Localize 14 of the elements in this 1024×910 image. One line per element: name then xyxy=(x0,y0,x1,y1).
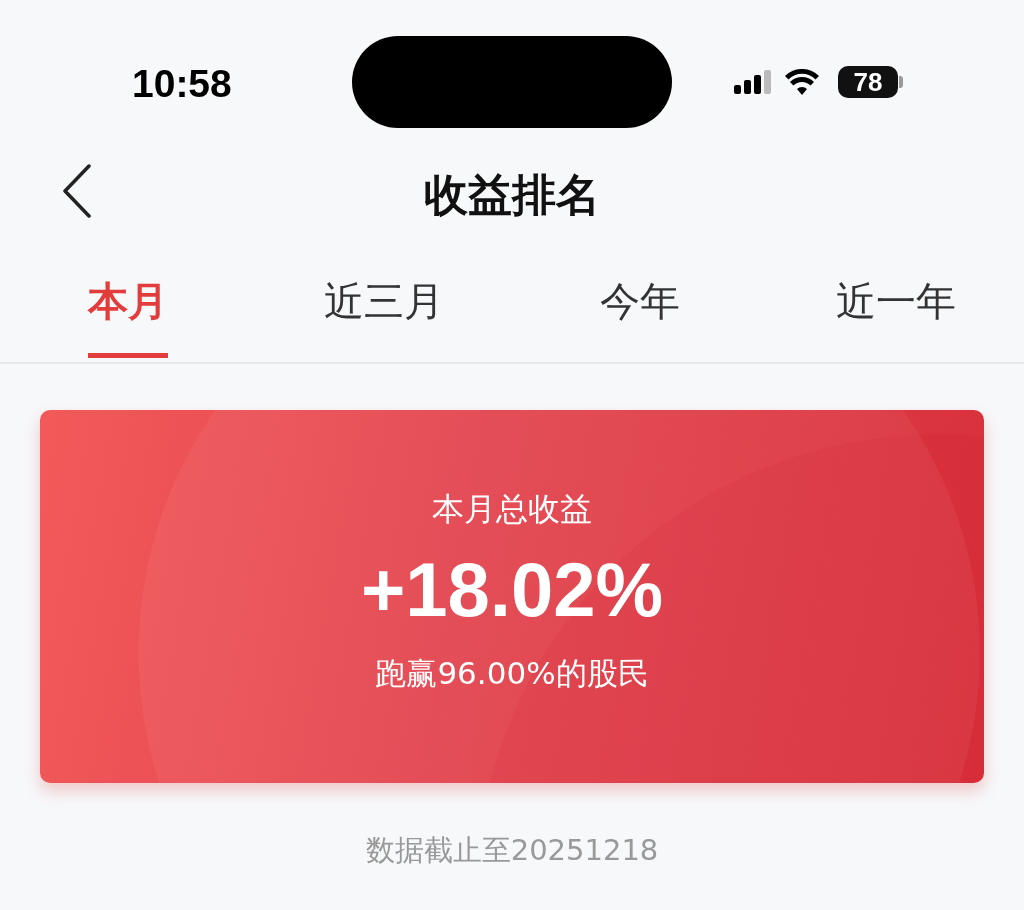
tab[interactable]: 近一年 xyxy=(768,262,1024,362)
status-time: 10:58 xyxy=(132,62,232,106)
tab[interactable]: 今年 xyxy=(512,262,768,362)
wifi-icon xyxy=(785,69,819,95)
data-date-note: 数据截止至20251218 xyxy=(364,832,660,869)
back-chevron-icon xyxy=(62,164,92,218)
summary-label: 本月总收益 xyxy=(432,489,592,530)
ranking-text: 跑赢96.00%的股民 xyxy=(375,654,649,693)
page-title: 收益排名 xyxy=(424,167,600,222)
battery-level: 78 xyxy=(853,66,883,98)
signal-icon xyxy=(734,70,772,94)
tab[interactable]: 近三月 xyxy=(256,262,512,362)
return-value: +18.02% xyxy=(360,546,664,633)
tab[interactable]: 本月 xyxy=(88,262,168,358)
